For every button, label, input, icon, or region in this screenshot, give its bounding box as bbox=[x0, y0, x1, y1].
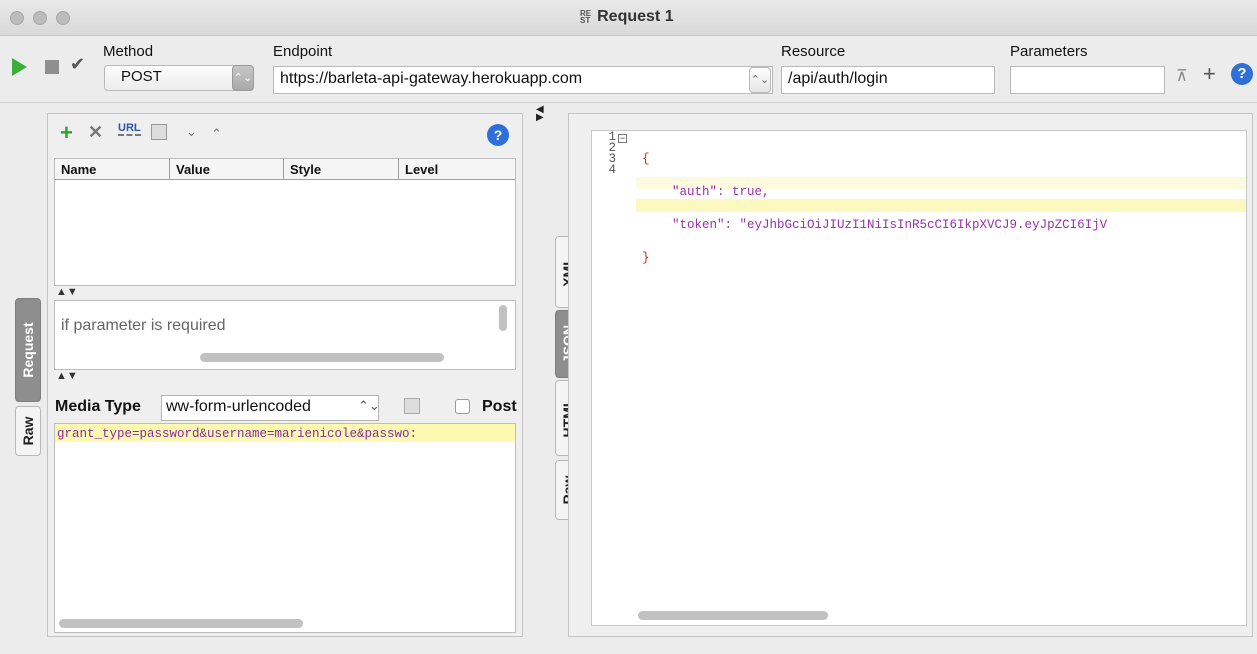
column-name[interactable]: Name bbox=[55, 159, 170, 180]
request-body-text: grant_type=password&username=marienicole… bbox=[57, 427, 418, 441]
request-panel: + ✕ URL ⌄ ⌃ ? Name Value Style Level ▲▼ … bbox=[47, 113, 523, 637]
description-hscroll[interactable] bbox=[200, 353, 444, 362]
json-line: "token": "eyJhbGciOiJIUzI1NiIsInR5cCI6Ik… bbox=[642, 218, 1108, 232]
json-line: "auth": true, bbox=[642, 185, 770, 199]
title-bar: RE ST Request 1 bbox=[0, 0, 1257, 36]
resource-field[interactable]: /api/auth/login bbox=[781, 66, 995, 94]
zoom-window-button[interactable] bbox=[56, 11, 70, 25]
move-up-icon[interactable]: ⌃ bbox=[211, 126, 222, 142]
endpoint-dropdown-icon[interactable]: ⌃⌄ bbox=[749, 67, 771, 93]
tab-request[interactable]: Request bbox=[15, 298, 41, 402]
description-vscroll[interactable] bbox=[499, 305, 507, 331]
method-value: POST bbox=[121, 68, 162, 85]
param-description-text: if parameter is required bbox=[61, 317, 226, 334]
split-toggle-icon[interactable]: ◀ ▶ bbox=[536, 105, 544, 123]
toolbar-divider bbox=[0, 102, 1257, 103]
media-type-select[interactable]: ww-form-urlencoded bbox=[161, 395, 379, 421]
params-table: Name Value Style Level bbox=[54, 158, 516, 286]
method-select-arrows-icon[interactable]: ⌃⌄ bbox=[232, 65, 254, 91]
resource-label: Resource bbox=[781, 43, 846, 60]
parameters-label: Parameters bbox=[1010, 43, 1088, 60]
rest-icon: RE ST bbox=[580, 8, 592, 25]
remove-param-icon[interactable]: ✕ bbox=[88, 122, 103, 143]
column-level[interactable]: Level bbox=[399, 159, 513, 180]
request-body-editor[interactable]: grant_type=password&username=marienicole… bbox=[54, 423, 516, 633]
splitter-toggle-icon[interactable]: ▲▼ bbox=[56, 286, 78, 298]
response-viewer[interactable]: 1 2 3 4 − { "auth": true, "token": "eyJh… bbox=[591, 130, 1247, 626]
help-icon[interactable]: ? bbox=[1231, 63, 1253, 85]
url-params-icon[interactable]: URL bbox=[118, 122, 141, 136]
add-icon[interactable]: + bbox=[1203, 61, 1216, 87]
body-hscroll[interactable] bbox=[59, 619, 303, 628]
run-icon[interactable] bbox=[12, 58, 27, 76]
media-type-clear-icon[interactable] bbox=[404, 398, 420, 414]
splitter-toggle-icon-2[interactable]: ▲▼ bbox=[56, 370, 78, 382]
response-panel: 1 2 3 4 − { "auth": true, "token": "eyJh… bbox=[568, 113, 1253, 637]
endpoint-field[interactable]: https://barleta-api-gateway.herokuapp.co… bbox=[273, 66, 773, 94]
stop-icon[interactable] bbox=[45, 60, 59, 74]
json-content: { "auth": true, "token": "eyJhbGciOiJIUz… bbox=[642, 132, 1107, 286]
column-value[interactable]: Value bbox=[170, 159, 284, 180]
method-label: Method bbox=[103, 43, 154, 60]
line-gutter bbox=[592, 131, 636, 625]
line-number: 4 bbox=[608, 163, 616, 177]
param-description-box[interactable]: if parameter is required bbox=[54, 300, 516, 370]
endpoint-label: Endpoint bbox=[273, 43, 333, 60]
window-title: RE ST Request 1 bbox=[580, 8, 674, 25]
post-query-label: Post bbox=[482, 398, 517, 415]
new-request-icon[interactable]: ✔ bbox=[70, 54, 85, 75]
fold-icon[interactable]: − bbox=[618, 134, 627, 143]
response-hscroll[interactable] bbox=[638, 611, 828, 620]
json-line: } bbox=[642, 251, 650, 265]
tidy-icon[interactable]: ⊼ bbox=[1176, 66, 1188, 86]
add-param-icon[interactable]: + bbox=[60, 120, 73, 146]
clear-icon[interactable] bbox=[151, 124, 167, 140]
post-query-checkbox[interactable] bbox=[455, 399, 470, 414]
request-body-current-line: grant_type=password&username=marienicole… bbox=[55, 424, 515, 442]
media-type-label: Media Type bbox=[55, 398, 141, 415]
parameters-field[interactable] bbox=[1010, 66, 1165, 94]
panel-help-icon[interactable]: ? bbox=[487, 124, 509, 146]
close-window-button[interactable] bbox=[10, 11, 24, 25]
json-line: { bbox=[642, 152, 650, 166]
minimize-window-button[interactable] bbox=[33, 11, 47, 25]
line-numbers: 1 2 3 4 bbox=[594, 131, 616, 177]
column-style[interactable]: Style bbox=[284, 159, 399, 180]
move-down-icon[interactable]: ⌄ bbox=[186, 124, 197, 140]
media-type-arrows-icon[interactable]: ⌃⌄ bbox=[358, 398, 380, 414]
tab-raw-request[interactable]: Raw bbox=[15, 406, 41, 456]
